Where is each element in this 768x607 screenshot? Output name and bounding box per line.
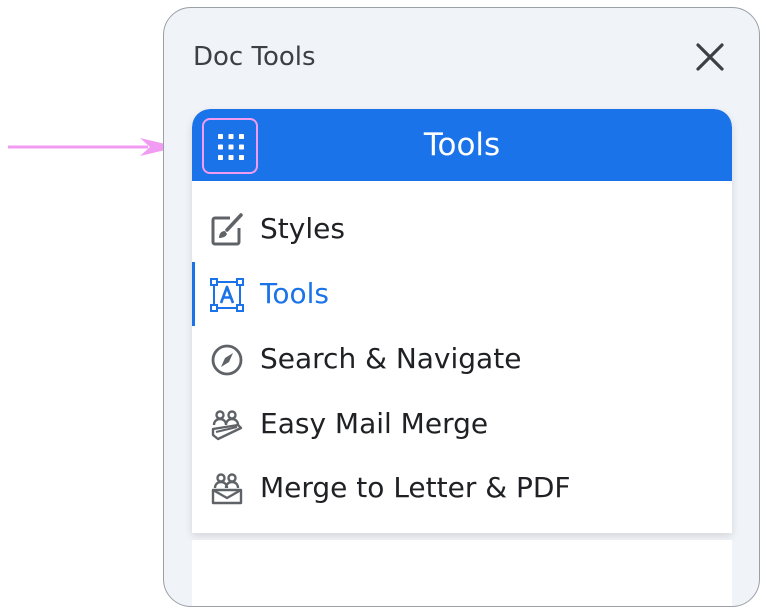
menu-header: Tools bbox=[192, 109, 732, 181]
menu-item-merge-letter-pdf[interactable]: Merge to Letter & PDF bbox=[192, 456, 732, 520]
mail-merge-icon bbox=[211, 410, 243, 441]
apps-grid-button[interactable] bbox=[202, 118, 258, 174]
menu-item-label: Search & Navigate bbox=[260, 342, 522, 375]
menu-item-search-navigate[interactable]: Search & Navigate bbox=[192, 327, 732, 391]
menu-item-label: Tools bbox=[260, 277, 329, 310]
grid-icon bbox=[218, 134, 244, 160]
compass-icon bbox=[211, 344, 243, 376]
annotation-arrow bbox=[8, 138, 178, 156]
content-area bbox=[192, 540, 732, 606]
menu-item-label: Merge to Letter & PDF bbox=[260, 471, 571, 504]
menu-item-label: Styles bbox=[260, 212, 345, 245]
tools-menu: Tools Styles Tools Search & Navigate Eas… bbox=[192, 109, 732, 533]
menu-item-label: Easy Mail Merge bbox=[260, 407, 489, 440]
menu-item-styles[interactable]: Styles bbox=[192, 197, 732, 261]
close-button[interactable] bbox=[691, 38, 729, 76]
menu-item-tools[interactable]: Tools bbox=[192, 262, 732, 326]
letter-merge-icon bbox=[211, 473, 243, 505]
text-box-icon bbox=[210, 278, 244, 312]
close-icon bbox=[696, 43, 724, 71]
doc-tools-panel: Doc Tools Tools Styles Tools Search & Na… bbox=[163, 7, 760, 607]
menu-header-title: Tools bbox=[423, 127, 501, 163]
menu-item-easy-mail-merge[interactable]: Easy Mail Merge bbox=[192, 392, 732, 456]
panel-title: Doc Tools bbox=[193, 42, 316, 72]
brush-edit-icon bbox=[211, 213, 243, 246]
